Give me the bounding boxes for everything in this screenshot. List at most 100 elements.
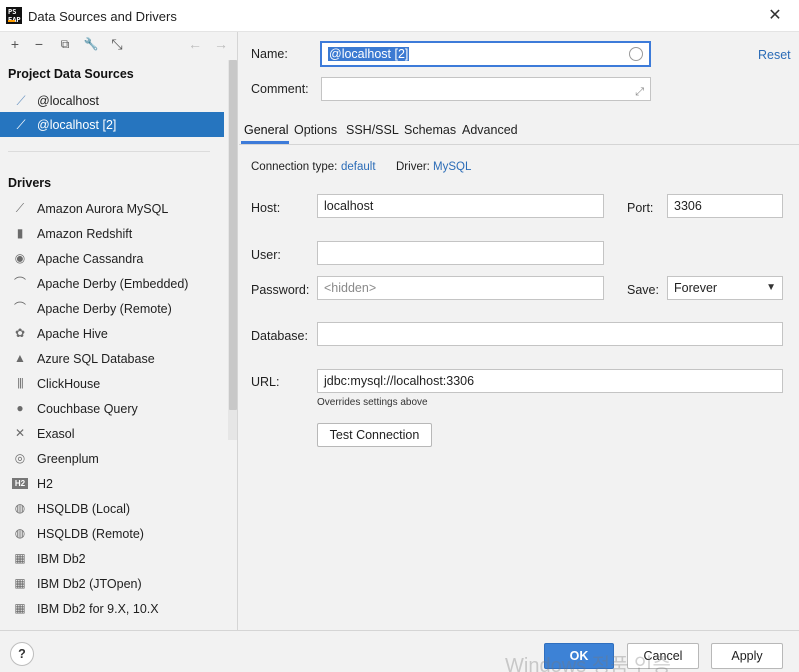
comment-label: Comment:: [251, 82, 309, 96]
redshift-icon: ▮: [16, 226, 24, 240]
duplicate-icon[interactable]: ⧉: [56, 35, 74, 53]
app-icon: PSEAP: [6, 7, 22, 24]
cancel-button[interactable]: Cancel: [627, 643, 699, 669]
driver-item[interactable]: ◍ HSQLDB (Remote): [0, 521, 224, 546]
driver-item[interactable]: ▮ Amazon Redshift: [0, 221, 224, 246]
import-icon[interactable]: ⤡: [108, 35, 126, 53]
driver-label: Apache Hive: [37, 327, 108, 341]
tab-options[interactable]: Options: [294, 123, 337, 137]
data-source-label: @localhost: [37, 94, 100, 108]
hive-icon: ✿: [14, 326, 26, 340]
driver-label: Apache Derby (Embedded): [37, 277, 189, 291]
driver-label: Amazon Redshift: [37, 227, 133, 241]
data-source-item-selected[interactable]: ⟋ @localhost [2]: [0, 112, 224, 137]
driver-item[interactable]: ✕ Exasol: [0, 421, 224, 446]
back-arrow-icon[interactable]: ←: [186, 35, 204, 53]
driver-item[interactable]: ⌒ Apache Derby (Remote): [0, 296, 224, 321]
driver-label: ClickHouse: [37, 377, 101, 391]
mysql-dolphin-icon: ⟋: [16, 93, 26, 108]
remove-icon[interactable]: −: [30, 35, 48, 53]
aurora-icon: ⟋: [15, 201, 25, 215]
driver-item[interactable]: ● Couchbase Query: [0, 396, 224, 421]
driver-item[interactable]: ◍ HSQLDB (Local): [0, 496, 224, 521]
connection-type-link[interactable]: default: [341, 161, 376, 173]
save-select[interactable]: Forever ▼: [667, 276, 783, 300]
hsqldb-icon: ◍: [14, 501, 26, 515]
driver-item[interactable]: ⌒ Apache Derby (Embedded): [0, 271, 224, 296]
sidebar-scrollbar[interactable]: [228, 60, 237, 440]
driver-label: IBM Db2 for 9.X, 10.X: [37, 602, 159, 616]
main-panel: Name: @localhost [2] Reset Comment: ⤢ Ge…: [239, 32, 799, 630]
title-bar: PSEAP Data Sources and Drivers ✕: [0, 0, 799, 32]
driver-label: Couchbase Query: [37, 402, 138, 416]
mysql-dolphin-icon: ⟋: [16, 117, 26, 132]
tab-bar: General Options SSH/SSL Schemas Advanced: [239, 116, 799, 145]
comment-input[interactable]: ⤢: [321, 77, 651, 101]
ok-button[interactable]: OK: [544, 643, 614, 669]
dialog-footer: ? OK Cancel Apply Windows 정품 인증: [0, 630, 799, 672]
ibm-db2-icon: ▦: [14, 551, 26, 565]
name-input[interactable]: @localhost [2]: [320, 41, 651, 67]
sidebar-toolbar: + − ⧉ 🔧 ⤡ ← →: [0, 32, 237, 58]
driver-label: Amazon Aurora MySQL: [37, 202, 169, 216]
add-icon[interactable]: +: [6, 35, 24, 53]
help-icon[interactable]: ?: [10, 642, 34, 666]
name-label: Name:: [251, 47, 288, 61]
tab-ssh-ssl[interactable]: SSH/SSL: [346, 123, 399, 137]
forward-arrow-icon[interactable]: →: [212, 35, 230, 53]
url-hint: Overrides settings above: [317, 397, 428, 408]
exasol-icon: ✕: [14, 426, 26, 440]
driver-item[interactable]: ⟋ Amazon Aurora MySQL: [0, 196, 224, 221]
host-input[interactable]: localhost: [317, 194, 604, 218]
wrench-icon[interactable]: 🔧: [82, 35, 100, 53]
data-source-label: @localhost [2]: [37, 118, 117, 132]
data-source-item[interactable]: ⟋ @localhost: [0, 88, 224, 113]
driver-label: Driver:: [396, 161, 430, 173]
host-label: Host:: [251, 201, 281, 215]
driver-item[interactable]: ▲ Azure SQL Database: [0, 346, 224, 371]
driver-label: H2: [37, 477, 53, 491]
apply-button[interactable]: Apply: [711, 643, 783, 669]
reset-link[interactable]: Reset: [758, 48, 791, 62]
sidebar-divider: [8, 151, 210, 152]
clickhouse-icon: |||: [17, 377, 24, 389]
driver-label: Apache Derby (Remote): [37, 302, 172, 316]
driver-label: IBM Db2: [37, 552, 86, 566]
test-connection-button[interactable]: Test Connection: [317, 423, 432, 447]
driver-label: HSQLDB (Local): [37, 502, 131, 516]
driver-item[interactable]: ◉ Apache Cassandra: [0, 246, 224, 271]
url-input[interactable]: jdbc:mysql://localhost:3306: [317, 369, 783, 393]
circle-icon[interactable]: [629, 47, 643, 61]
port-label: Port:: [627, 201, 654, 215]
expand-icon[interactable]: ⤢: [635, 81, 644, 100]
tab-general[interactable]: General: [244, 123, 288, 137]
driver-item[interactable]: ◎ Greenplum: [0, 446, 224, 471]
driver-item[interactable]: ✿ Apache Hive: [0, 321, 224, 346]
driver-item[interactable]: ▦ IBM Db2 (JTOpen): [0, 571, 224, 596]
derby-icon: ⌒: [13, 276, 26, 290]
tab-schemas[interactable]: Schemas: [404, 123, 456, 137]
database-input[interactable]: [317, 322, 783, 346]
active-tab-indicator: [241, 141, 289, 144]
password-input[interactable]: <hidden>: [317, 276, 604, 300]
driver-label: Apache Cassandra: [37, 252, 144, 266]
name-value: @localhost [2]: [328, 47, 410, 61]
close-icon[interactable]: ✕: [765, 6, 785, 26]
tab-advanced[interactable]: Advanced: [462, 123, 518, 137]
user-input[interactable]: [317, 241, 604, 265]
scrollbar-thumb[interactable]: [229, 60, 237, 410]
user-label: User:: [251, 248, 281, 262]
driver-link[interactable]: MySQL: [433, 161, 471, 173]
driver-item[interactable]: ▦ IBM Db2: [0, 546, 224, 571]
driver-item[interactable]: H2 H2: [0, 471, 224, 496]
azure-icon: ▲: [14, 351, 26, 365]
driver-item[interactable]: ▦ IBM Db2 for 9.X, 10.X: [0, 596, 224, 621]
save-value: Forever: [674, 281, 718, 295]
host-value: localhost: [324, 199, 374, 213]
driver-label: HSQLDB (Remote): [37, 527, 144, 541]
driver-label: Greenplum: [37, 452, 99, 466]
hsqldb-icon: ◍: [14, 526, 26, 540]
port-input[interactable]: 3306: [667, 194, 783, 218]
url-label: URL:: [251, 375, 280, 389]
driver-item[interactable]: ||| ClickHouse: [0, 371, 224, 396]
